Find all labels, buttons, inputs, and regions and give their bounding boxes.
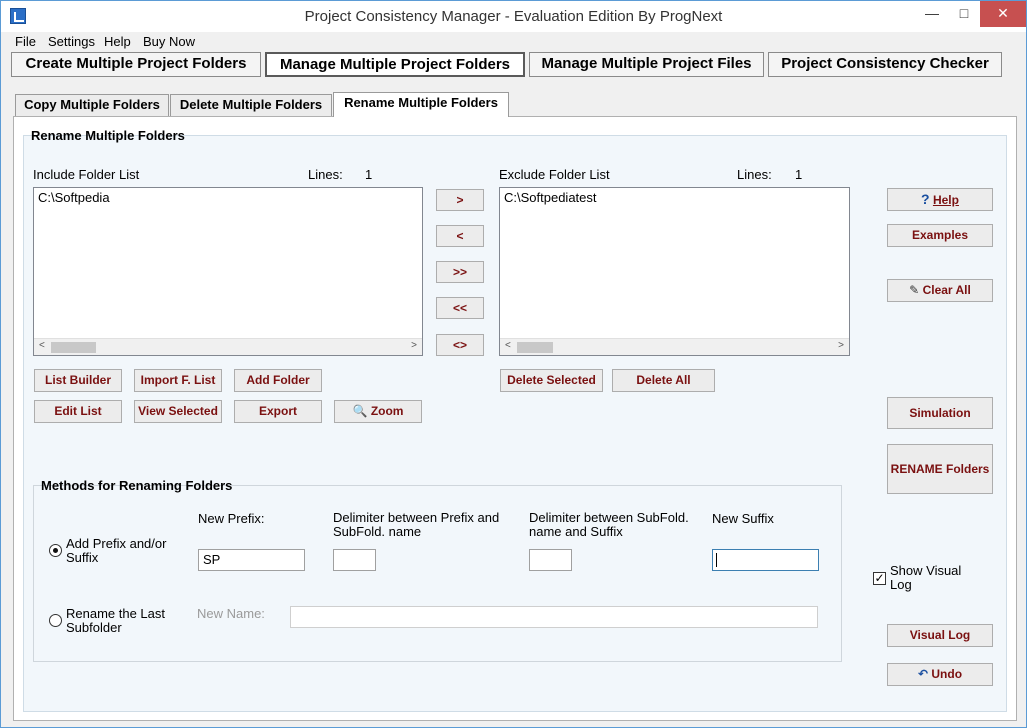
subtab-copy-folders[interactable]: Copy Multiple Folders <box>15 94 169 116</box>
delete-selected-button[interactable]: Delete Selected <box>500 369 603 392</box>
edit-list-button[interactable]: Edit List <box>34 400 122 423</box>
exclude-list-label: Exclude Folder List <box>499 167 610 182</box>
delimiter-suffix-input[interactable] <box>529 549 572 571</box>
visual-log-button[interactable]: Visual Log <box>887 624 993 647</box>
add-prefix-suffix-radio[interactable] <box>49 544 62 557</box>
include-lines-count: 1 <box>365 167 373 182</box>
new-name-input[interactable] <box>290 606 818 628</box>
subtab-rename-folders[interactable]: Rename Multiple Folders <box>333 92 509 117</box>
tab-consistency-checker[interactable]: Project Consistency Checker <box>768 52 1002 77</box>
list-item[interactable]: C:\Softpediatest <box>504 190 597 205</box>
export-button[interactable]: Export <box>234 400 322 423</box>
scroll-right-icon[interactable]: > <box>411 340 417 351</box>
swap-lists-button[interactable]: <> <box>436 334 484 356</box>
include-lines-label: Lines: <box>308 167 343 182</box>
move-right-button[interactable]: > <box>436 189 484 211</box>
magnifier-icon: 🔍 <box>352 404 368 418</box>
exclude-lines-label: Lines: <box>737 167 772 182</box>
new-prefix-input[interactable]: SP <box>198 549 305 571</box>
clear-all-button-label: Clear All <box>922 283 971 297</box>
delimiter-prefix-label: Delimiter between Prefix and SubFold. na… <box>333 510 500 539</box>
methods-title: Methods for Renaming Folders <box>41 478 233 493</box>
list-item[interactable]: C:\Softpedia <box>38 190 110 205</box>
scroll-thumb[interactable] <box>517 342 553 353</box>
rename-last-subfolder-label: Rename the Last Subfolder <box>66 606 166 635</box>
help-button[interactable]: ? Help <box>887 188 993 211</box>
scroll-left-icon[interactable]: < <box>39 340 45 351</box>
undo-button[interactable]: ↶ Undo <box>887 663 993 686</box>
new-suffix-input[interactable] <box>712 549 819 571</box>
panel-title: Rename Multiple Folders <box>31 128 185 143</box>
include-horizontal-scrollbar[interactable]: < > <box>34 338 422 355</box>
scroll-thumb[interactable] <box>51 342 96 353</box>
menu-help[interactable]: Help <box>104 34 131 49</box>
undo-button-label: Undo <box>931 667 963 681</box>
scroll-right-icon[interactable]: > <box>838 340 844 351</box>
tab-manage-project-files[interactable]: Manage Multiple Project Files <box>529 52 764 77</box>
show-visual-log-checkbox[interactable]: ✓ <box>873 572 886 585</box>
exclude-lines-count: 1 <box>795 167 803 182</box>
include-list-label: Include Folder List <box>33 167 140 182</box>
exclude-horizontal-scrollbar[interactable]: < > <box>500 338 849 355</box>
new-name-label: New Name: <box>197 606 265 621</box>
new-prefix-label: New Prefix: <box>198 511 265 526</box>
app-window: Project Consistency Manager - Evaluation… <box>0 0 1027 728</box>
maximize-button[interactable]: □ <box>947 1 981 27</box>
question-icon: ? <box>921 191 930 207</box>
eraser-icon: ✎ <box>909 283 920 297</box>
move-left-button[interactable]: < <box>436 225 484 247</box>
close-button[interactable]: ✕ <box>980 1 1026 27</box>
delete-all-button[interactable]: Delete All <box>612 369 715 392</box>
undo-arrow-icon: ↶ <box>917 667 929 681</box>
zoom-button[interactable]: 🔍 Zoom <box>334 400 422 423</box>
delimiter-prefix-input[interactable] <box>333 549 376 571</box>
menu-settings[interactable]: Settings <box>48 34 95 49</box>
window-title: Project Consistency Manager - Evaluation… <box>304 8 723 25</box>
move-all-right-button[interactable]: >> <box>436 261 484 283</box>
tab-create-project-folders[interactable]: Create Multiple Project Folders <box>11 52 261 77</box>
menu-buy-now[interactable]: Buy Now <box>143 34 195 49</box>
title-bar: Project Consistency Manager - Evaluation… <box>1 1 1026 32</box>
include-folder-list[interactable]: C:\Softpedia < > <box>33 187 423 356</box>
zoom-button-label: Zoom <box>370 404 404 418</box>
menu-file[interactable]: File <box>15 34 36 49</box>
examples-button[interactable]: Examples <box>887 224 993 247</box>
rename-last-subfolder-radio[interactable] <box>49 614 62 627</box>
exclude-folder-list[interactable]: C:\Softpediatest < > <box>499 187 850 356</box>
import-list-button[interactable]: Import F. List <box>134 369 222 392</box>
move-all-left-button[interactable]: << <box>436 297 484 319</box>
subtab-delete-folders[interactable]: Delete Multiple Folders <box>170 94 332 116</box>
list-builder-button[interactable]: List Builder <box>34 369 122 392</box>
rename-folders-button[interactable]: RENAME Folders <box>887 444 993 494</box>
tab-manage-project-folders[interactable]: Manage Multiple Project Folders <box>265 52 525 77</box>
menu-bar: File Settings Help Buy Now <box>1 32 1026 51</box>
text-caret <box>716 553 717 567</box>
minimize-button[interactable]: — <box>915 1 949 27</box>
show-visual-log-label: Show Visual Log <box>890 563 962 592</box>
simulation-button[interactable]: Simulation <box>887 397 993 429</box>
scroll-left-icon[interactable]: < <box>505 340 511 351</box>
clear-all-button[interactable]: ✎ Clear All <box>887 279 993 302</box>
new-suffix-label: New Suffix <box>712 511 774 526</box>
add-prefix-suffix-label: Add Prefix and/or Suffix <box>66 536 167 565</box>
add-folder-button[interactable]: Add Folder <box>234 369 322 392</box>
view-selected-button[interactable]: View Selected <box>134 400 222 423</box>
delimiter-suffix-label: Delimiter between SubFold. name and Suff… <box>529 510 689 539</box>
help-button-label: Help <box>932 193 959 207</box>
